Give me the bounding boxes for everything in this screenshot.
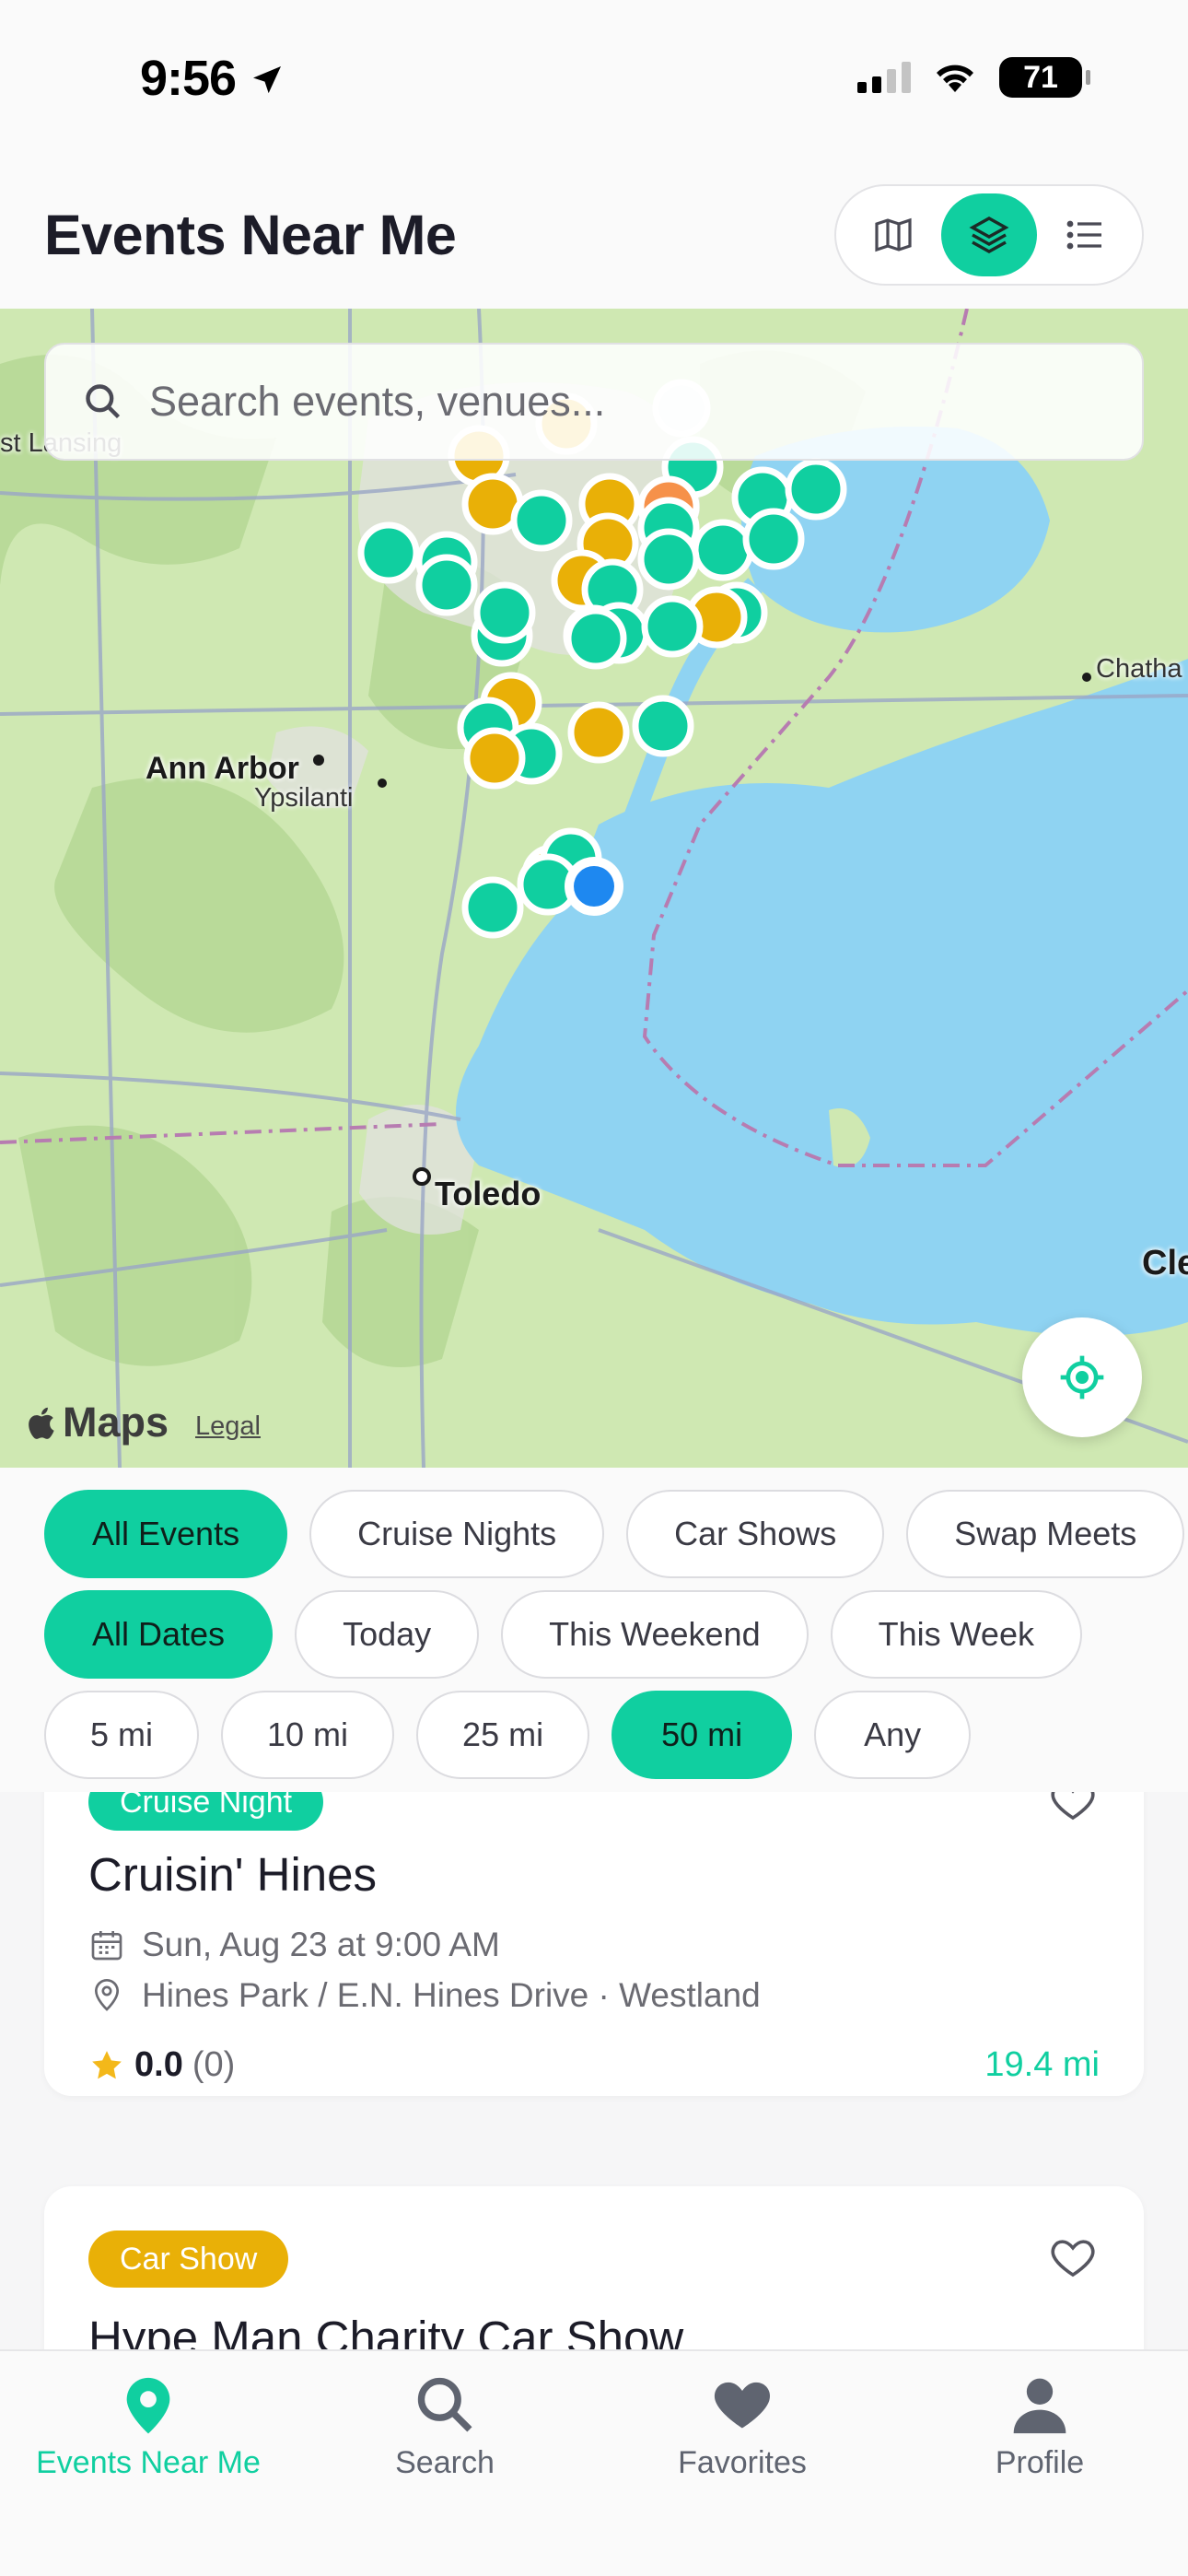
event-card[interactable]: Cruise Night Cruisin' Hines Sun, Aug 23 …: [44, 1792, 1144, 2096]
status-icons: 71: [857, 57, 1090, 98]
event-title: Hype Man Charity Car Show: [88, 2312, 684, 2349]
map-view-button[interactable]: [845, 193, 941, 276]
bottom-tab-bar: Events Near Me Search Favorites Profile: [0, 2349, 1188, 2576]
location-arrow-icon: [253, 66, 282, 94]
map-label-chatham: Chatha: [1096, 654, 1182, 684]
filter-panel: All Events Cruise Nights Car Shows Swap …: [0, 1468, 1188, 1792]
chip-10-mi[interactable]: 10 mi: [221, 1691, 395, 1779]
battery-indicator: 71: [999, 57, 1090, 98]
map-label-ypsilanti: Ypsilanti: [254, 783, 354, 813]
status-time: 9:56: [140, 50, 285, 107]
layers-icon: [969, 217, 1009, 253]
event-date-row: Sun, Aug 23 at 9:00 AM: [88, 1926, 500, 1964]
locate-me-button[interactable]: [1022, 1317, 1142, 1437]
star-icon: [92, 2050, 122, 2078]
map-view[interactable]: st Lansing Ann Arbor Ypsilanti Toledo Ch…: [0, 309, 1188, 1468]
layers-view-button[interactable]: [941, 193, 1037, 276]
favorite-heart-icon[interactable]: [1048, 1792, 1098, 1825]
maps-brand-label: Maps: [63, 1399, 169, 1446]
map-icon: [875, 217, 912, 252]
event-list: Cruise Night Cruisin' Hines Sun, Aug 23 …: [0, 1792, 1188, 2349]
map-label-toledo: Toledo: [435, 1175, 542, 1212]
tab-label: Favorites: [678, 2445, 807, 2480]
event-distance: 19.4 mi: [984, 2045, 1100, 2084]
crosshair-icon: [1060, 1355, 1104, 1399]
favorite-heart-icon[interactable]: [1048, 2232, 1098, 2282]
event-location: Hines Park / E.N. Hines Drive · Westland: [142, 1976, 761, 2014]
search-placeholder: Search events, venues...: [149, 378, 606, 425]
chip-25-mi[interactable]: 25 mi: [416, 1691, 590, 1779]
location-pin-icon: [94, 1979, 120, 2011]
location-pin-tab-icon: [126, 2377, 170, 2434]
event-rating: 0.0 (0): [88, 2045, 235, 2085]
apple-maps-logo: Maps: [28, 1399, 169, 1446]
event-date: Sun, Aug 23 at 9:00 AM: [142, 1926, 500, 1963]
event-type-badge: Car Show: [88, 2231, 289, 2288]
chip-50-mi[interactable]: 50 mi: [611, 1691, 793, 1779]
tab-profile[interactable]: Profile: [891, 2373, 1188, 2481]
event-location-row: Hines Park / E.N. Hines Drive · Westland: [88, 1976, 761, 2015]
rating-value: 0.0: [134, 2045, 183, 2084]
tab-events-near-me[interactable]: Events Near Me: [0, 2373, 297, 2481]
chip-all-events[interactable]: All Events: [44, 1490, 288, 1578]
page-title: Events Near Me: [44, 204, 457, 266]
event-title: Cruisin' Hines: [88, 1848, 377, 1901]
category-filter-row: All Events Cruise Nights Car Shows Swap …: [44, 1490, 1185, 1578]
search-icon: [86, 384, 121, 419]
tab-label: Search: [395, 2445, 495, 2480]
heart-tab-icon: [714, 2382, 771, 2429]
status-bar: 9:56 71: [0, 0, 1188, 157]
date-filter-row: All Dates Today This Weekend This Week: [44, 1590, 1082, 1679]
cellular-signal-icon: [857, 62, 911, 93]
view-toggle: [834, 184, 1144, 286]
map-label-cleveland: Cle: [1142, 1244, 1188, 1282]
chip-today[interactable]: Today: [295, 1590, 480, 1679]
rating-count: (0): [192, 2045, 236, 2084]
wifi-icon: [937, 64, 973, 92]
list-icon: [1066, 220, 1101, 250]
map-label-ann-arbor: Ann Arbor: [146, 751, 299, 786]
chip-this-week[interactable]: This Week: [830, 1590, 1082, 1679]
list-view-button[interactable]: [1037, 193, 1133, 276]
search-input[interactable]: Search events, venues...: [44, 343, 1144, 461]
calendar-icon: [91, 1931, 122, 1961]
chip-all-dates[interactable]: All Dates: [44, 1590, 274, 1679]
chip-this-weekend[interactable]: This Weekend: [501, 1590, 809, 1679]
tab-label: Profile: [995, 2445, 1085, 2480]
event-type-badge: Cruise Night: [88, 1792, 324, 1831]
chip-cruise-nights[interactable]: Cruise Nights: [309, 1490, 605, 1578]
chip-5-mi[interactable]: 5 mi: [44, 1691, 200, 1779]
chip-car-shows[interactable]: Car Shows: [626, 1490, 885, 1578]
chip-swap-meets[interactable]: Swap Meets: [906, 1490, 1185, 1578]
tab-label: Events Near Me: [36, 2445, 261, 2480]
search-tab-icon: [417, 2377, 472, 2432]
tab-search[interactable]: Search: [297, 2373, 593, 2481]
distance-filter-row: 5 mi 10 mi 25 mi 50 mi Any: [44, 1691, 972, 1779]
apple-logo-icon: [29, 1407, 54, 1439]
legal-link[interactable]: Legal: [195, 1411, 261, 1442]
person-tab-icon: [1013, 2378, 1066, 2434]
chip-any[interactable]: Any: [814, 1691, 972, 1779]
tab-favorites[interactable]: Favorites: [594, 2373, 891, 2481]
event-card[interactable]: Car Show Hype Man Charity Car Show: [44, 2186, 1144, 2349]
